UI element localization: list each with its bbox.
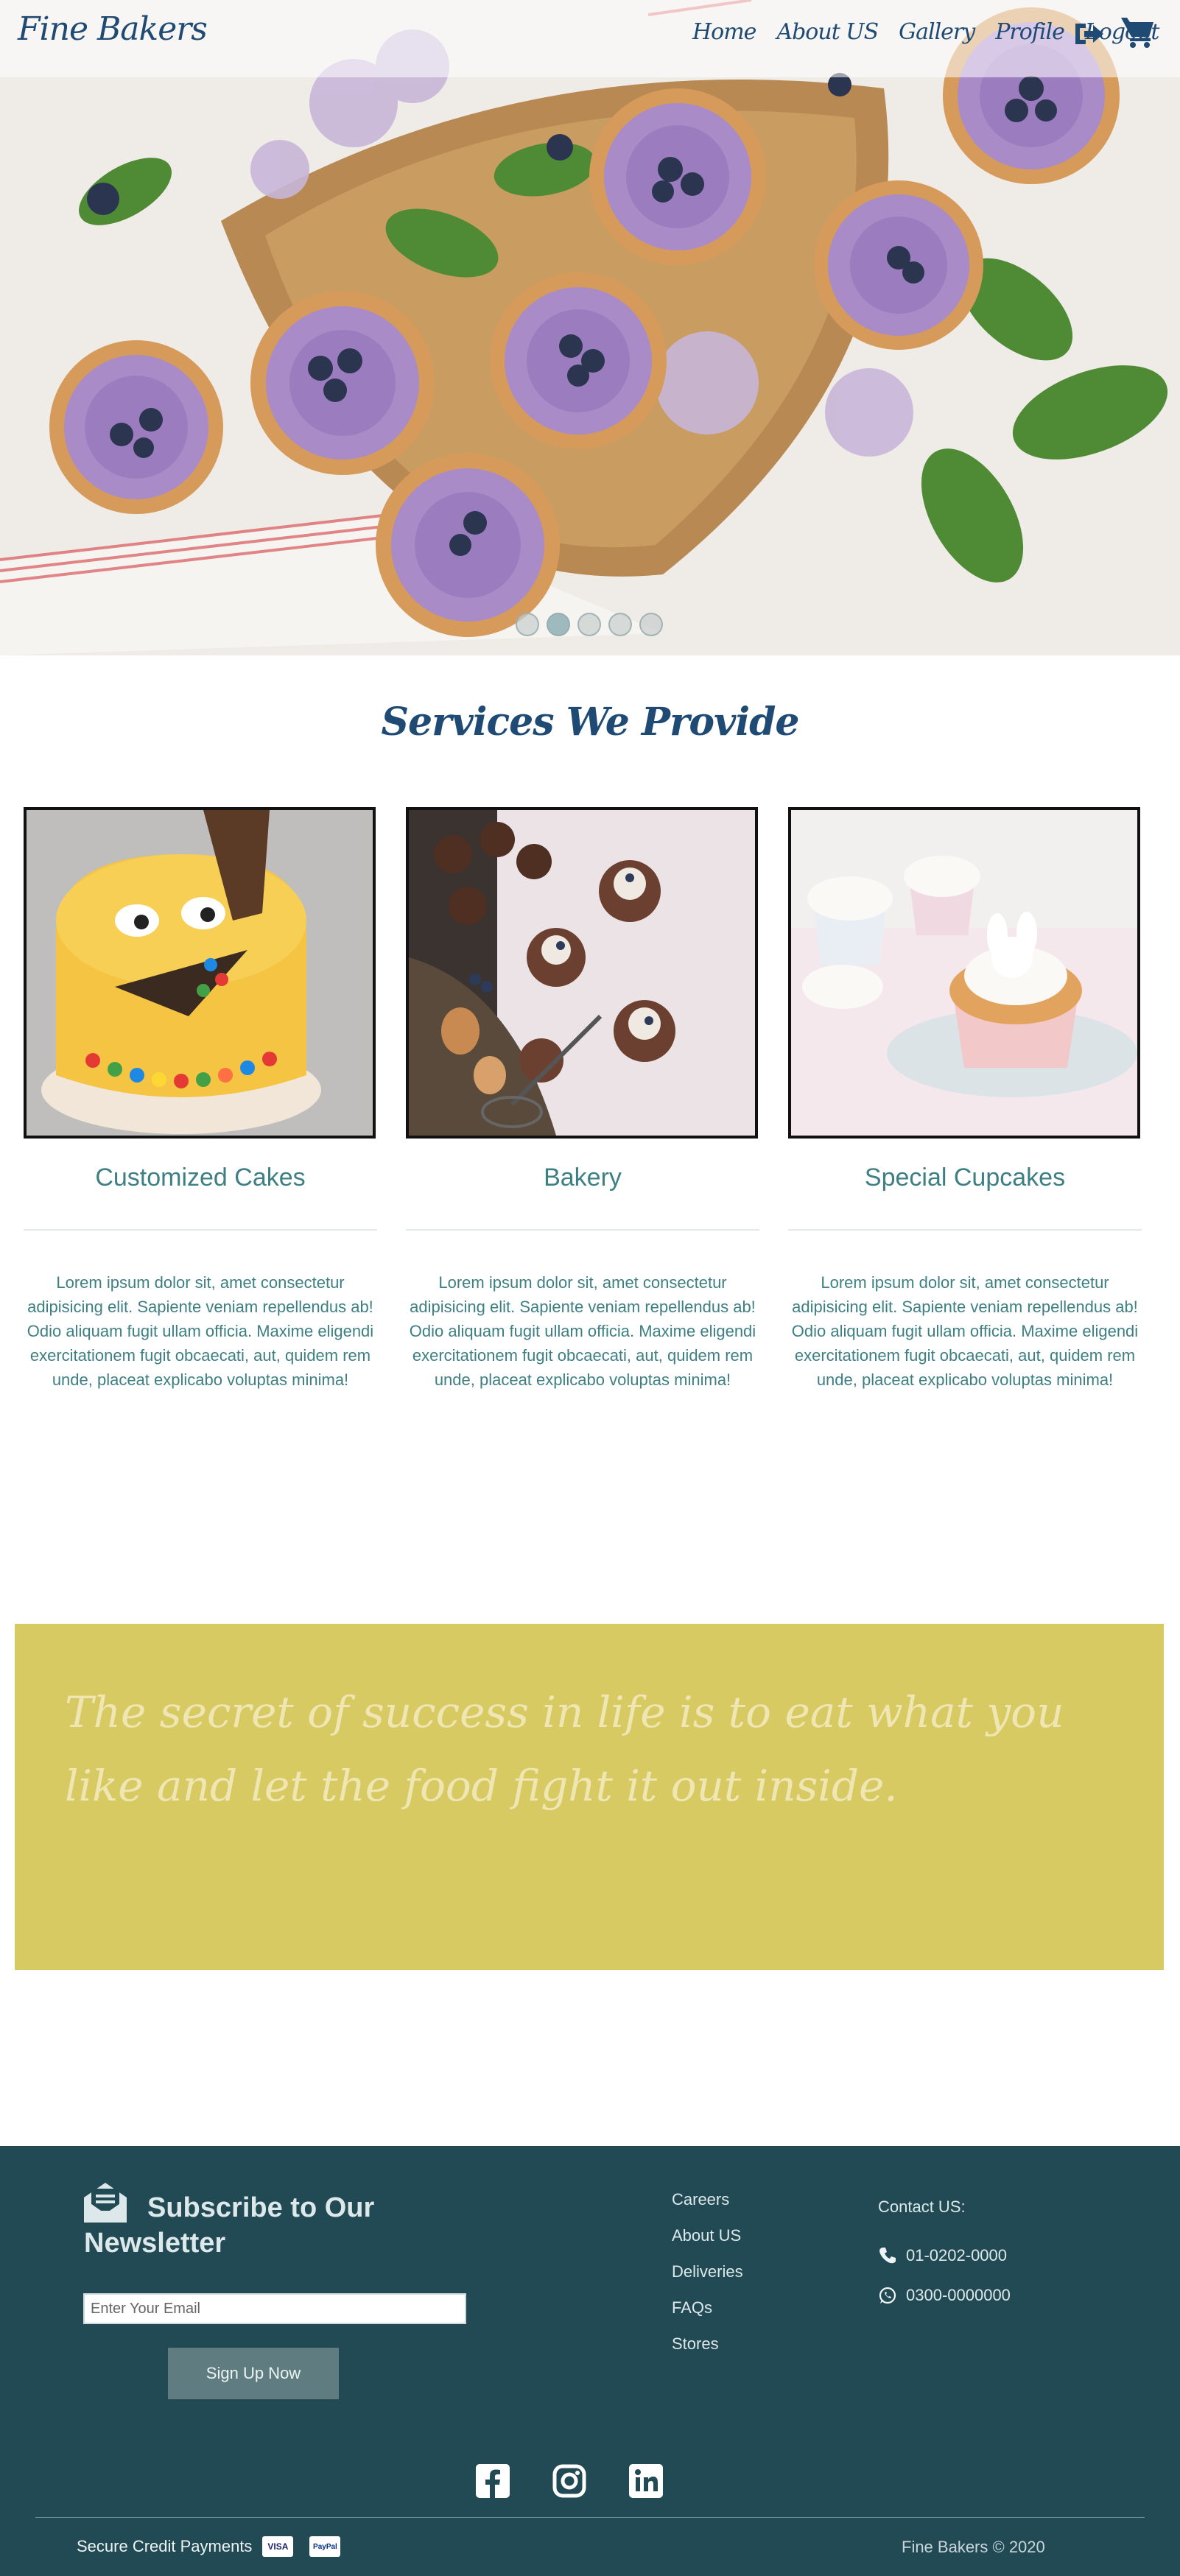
service-name: Bakery <box>544 1164 622 1192</box>
footer-links: Careers About US Deliveries FAQs Stores <box>672 2190 743 2371</box>
contact-whatsapp: 0300-0000000 <box>878 2286 1011 2305</box>
whatsapp-icon <box>879 2287 896 2304</box>
service-name: Customized Cakes <box>95 1164 306 1192</box>
carousel-dot-2[interactable] <box>547 613 570 636</box>
email-input[interactable] <box>83 2293 466 2324</box>
shopping-cart-icon[interactable] <box>1120 15 1155 49</box>
service-card-bakery: Bakery Lorem ipsum dolor sit, amet conse… <box>406 807 759 1392</box>
service-image-cake <box>24 807 376 1139</box>
service-description: Lorem ipsum dolor sit, amet consectetur … <box>409 1273 756 1389</box>
linkedin-icon[interactable] <box>629 2464 663 2498</box>
carousel-dot-4[interactable] <box>608 613 632 636</box>
visa-card-icon: VISA <box>262 2536 294 2557</box>
carousel-dot-5[interactable] <box>639 613 663 636</box>
service-card-special-cupcakes: Special Cupcakes Lorem ipsum dolor sit, … <box>788 807 1142 1392</box>
footer-link-stores[interactable]: Stores <box>672 2334 743 2371</box>
service-card-customized-cakes: Customized Cakes Lorem ipsum dolor sit, … <box>24 807 377 1392</box>
phone-icon <box>879 2248 896 2264</box>
nav-home[interactable]: Home <box>692 19 756 45</box>
carousel-dot-1[interactable] <box>516 613 539 636</box>
nav-profile[interactable]: Profile <box>995 19 1065 45</box>
footer-link-about-us[interactable]: About US <box>672 2226 743 2262</box>
service-divider <box>788 1229 1142 1231</box>
payments-label: Secure Credit Payments <box>77 2537 253 2555</box>
sign-out-icon[interactable] <box>1072 19 1105 49</box>
carousel-dot-3[interactable] <box>577 613 601 636</box>
contact-info: Contact US: 01-0202-0000 0300-0000000 <box>878 2197 1011 2305</box>
quote-banner: The secret of success in life is to eat … <box>15 1624 1164 1970</box>
nav-about-us[interactable]: About US <box>776 19 879 45</box>
footer-divider <box>35 2517 1145 2518</box>
quote-text: The secret of success in life is to eat … <box>65 1687 1064 1811</box>
contact-phone: 01-0202-0000 <box>878 2246 1011 2265</box>
hero-image-cupcakes <box>0 0 1180 655</box>
instagram-icon[interactable] <box>552 2464 586 2498</box>
secure-payments: Secure Credit Payments VISA PayPal <box>77 2536 341 2557</box>
phone-number[interactable]: 01-0202-0000 <box>906 2246 1007 2265</box>
footer-link-careers[interactable]: Careers <box>672 2190 743 2226</box>
top-navbar: Fine Bakers Home About US Gallery Profil… <box>0 0 1180 77</box>
whatsapp-number[interactable]: 0300-0000000 <box>906 2286 1011 2305</box>
social-links <box>476 2464 663 2498</box>
hero-carousel: Fine Bakers Home About US Gallery Profil… <box>0 0 1180 655</box>
service-divider <box>406 1229 759 1231</box>
service-image-bakery <box>406 807 758 1139</box>
service-image-cupcakes <box>788 807 1140 1139</box>
copyright-text: Fine Bakers © 2020 <box>902 2538 1045 2556</box>
site-footer: Subscribe to Our Newsletter Sign Up Now … <box>0 2146 1180 2576</box>
carousel-indicators <box>516 613 663 636</box>
newsletter-title: Subscribe to Our Newsletter <box>84 2192 375 2259</box>
service-divider <box>24 1229 377 1231</box>
facebook-icon[interactable] <box>476 2464 510 2498</box>
service-description: Lorem ipsum dolor sit, amet consectetur … <box>791 1273 1139 1389</box>
footer-link-deliveries[interactable]: Deliveries <box>672 2262 743 2298</box>
nav-gallery[interactable]: Gallery <box>899 19 975 45</box>
contact-title: Contact US: <box>878 2197 966 2216</box>
sign-up-button[interactable]: Sign Up Now <box>168 2348 339 2399</box>
paypal-icon: PayPal <box>309 2536 341 2557</box>
services-heading: Services We Provide <box>381 700 799 745</box>
service-name: Special Cupcakes <box>864 1164 1066 1192</box>
footer-link-faqs[interactable]: FAQs <box>672 2298 743 2334</box>
service-description: Lorem ipsum dolor sit, amet consectetur … <box>27 1273 374 1389</box>
brand-logo[interactable]: Fine Bakers <box>18 10 208 48</box>
